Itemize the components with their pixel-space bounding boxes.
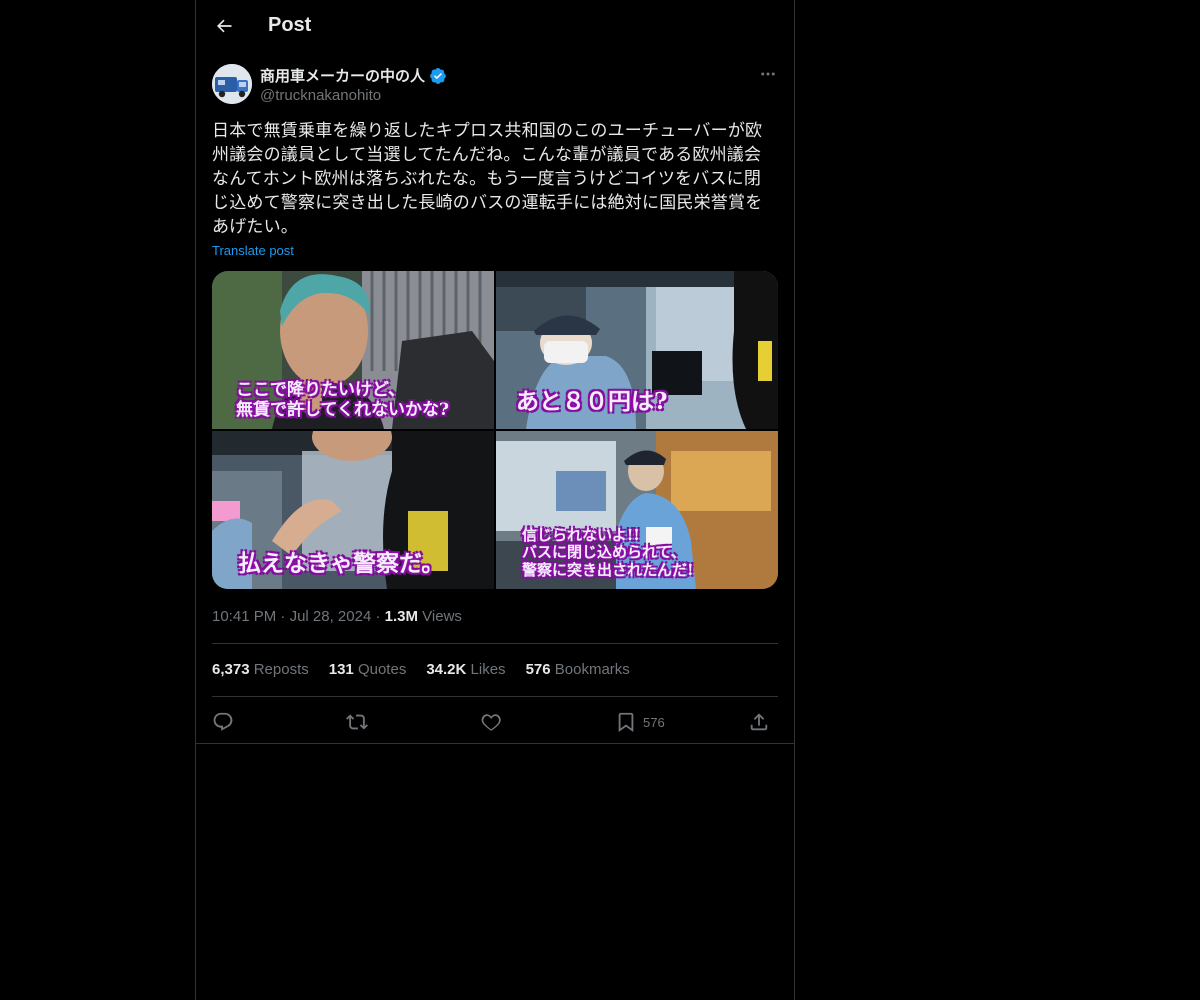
media-image-4[interactable]: 信じられないよ!! バスに閉じ込められて、 警察に突き出されたんだ! (496, 431, 778, 589)
bookmark-button[interactable]: 576 (615, 707, 665, 737)
heart-icon (481, 714, 501, 731)
author-name[interactable]: 商用車メーカーの中の人 (260, 65, 447, 86)
media-caption-2: あと８０円は? (516, 388, 668, 415)
page-header: Post (196, 0, 794, 53)
avatar[interactable] (212, 64, 252, 104)
post-meta: 10:41 PM · Jul 28, 2024 · 1.3M Views (212, 608, 462, 625)
truck-avatar-icon (212, 64, 252, 104)
share-icon (750, 713, 768, 731)
media-caption-4: 信じられないよ!! バスに閉じ込められて、 警察に突き出されたんだ! (522, 526, 694, 579)
stat-likes[interactable]: 34.2K Likes (426, 661, 505, 678)
stat-reposts[interactable]: 6,373 Reposts (212, 661, 309, 678)
divider (212, 696, 778, 697)
media-image-2[interactable]: あと８０円は? (496, 271, 778, 429)
action-bar: 576 (212, 707, 778, 737)
post-stats: 6,373 Reposts 131 Quotes 34.2K Likes 576… (212, 661, 630, 678)
divider (196, 743, 794, 744)
views-label: Views (422, 608, 462, 625)
meta-separator: · (280, 608, 286, 625)
repost-button[interactable] (346, 707, 368, 737)
views-count: 1.3M (384, 608, 418, 625)
post-time[interactable]: 10:41 PM (212, 608, 276, 625)
more-options-button[interactable] (756, 62, 780, 86)
author-display-name: 商用車メーカーの中の人 (260, 68, 426, 85)
bookmark-icon (618, 712, 634, 733)
media-caption-3: 払えなきゃ警察だ。 (238, 550, 445, 577)
media-grid: ここで降りたいけど、 無賃で許してくれないかな? あと８０円は? 払えなきゃ警察… (212, 271, 778, 589)
media-image-3[interactable]: 払えなきゃ警察だ。 (212, 431, 494, 589)
translate-post-link[interactable]: Translate post (212, 243, 294, 258)
bookmark-count: 576 (643, 714, 665, 730)
back-button[interactable] (208, 10, 240, 42)
post-column: Post 商用車メーカーの中の人 @trucknakanohito 日本で無賃乗… (195, 0, 795, 1000)
media-caption-1: ここで降りたいけど、 無賃で許してくれないかな? (236, 380, 449, 420)
arrow-left-icon (217, 19, 232, 33)
author-handle[interactable]: @trucknakanohito (260, 87, 381, 104)
media-image-1[interactable]: ここで降りたいけど、 無賃で許してくれないかな? (212, 271, 494, 429)
repost-icon (346, 714, 368, 730)
like-button[interactable] (480, 707, 502, 737)
divider (212, 643, 778, 644)
page-title: Post (268, 14, 312, 36)
more-horizontal-icon (761, 72, 775, 76)
stat-quotes[interactable]: 131 Quotes (329, 661, 407, 678)
post-date[interactable]: Jul 28, 2024 (290, 608, 372, 625)
reply-button[interactable] (212, 707, 234, 737)
stat-bookmarks[interactable]: 576 Bookmarks (526, 661, 630, 678)
reply-icon (213, 712, 233, 731)
post-text: 日本で無賃乗車を繰り返したキプロス共和国のこのユーチューバーが欧州議会の議員とし… (212, 121, 763, 237)
share-button[interactable] (748, 707, 770, 737)
meta-separator: · (375, 608, 381, 625)
verified-badge-icon (430, 67, 446, 84)
